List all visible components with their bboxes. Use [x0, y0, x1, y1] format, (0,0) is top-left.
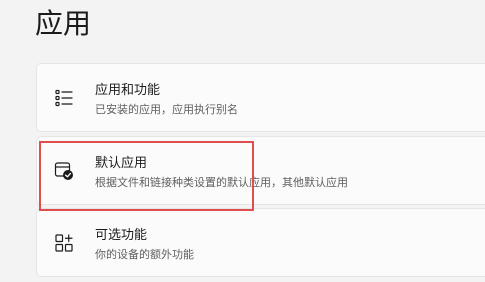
- apps-and-features-card[interactable]: 应用和功能 已安装的应用，应用执行别名: [36, 63, 485, 132]
- optional-features-card[interactable]: 可选功能 你的设备的额外功能: [36, 208, 485, 277]
- default-apps-title: 默认应用: [95, 156, 148, 171]
- apps-list-icon: [55, 89, 73, 107]
- apps-and-features-description: 已安装的应用，应用执行别名: [95, 103, 238, 116]
- default-apps-description: 根据文件和链接种类设置的默认应用，其他默认应用: [95, 176, 348, 189]
- optional-features-description: 你的设备的额外功能: [95, 248, 194, 261]
- default-apps-icon: [54, 162, 73, 180]
- optional-features-title: 可选功能: [95, 228, 148, 243]
- apps-and-features-title: 应用和功能: [95, 83, 161, 98]
- optional-features-icon: [55, 234, 73, 252]
- default-apps-card[interactable]: 默认应用 根据文件和链接种类设置的默认应用，其他默认应用: [36, 136, 485, 205]
- page-title: 应用: [35, 7, 92, 40]
